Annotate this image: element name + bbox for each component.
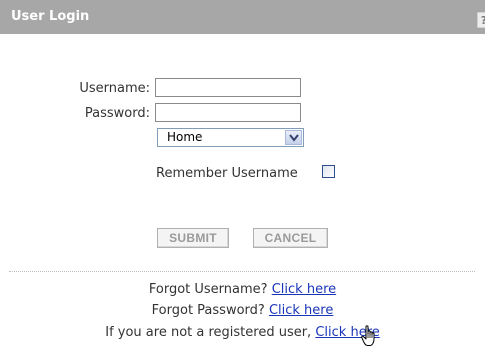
header-bar: User Login ? [0,0,485,34]
help-button[interactable]: ? [477,12,485,28]
submit-button[interactable]: SUBMIT [157,228,229,248]
forgot-username-link[interactable]: Click here [272,282,336,297]
register-text: If you are not a registered user, [105,325,312,340]
remember-username-label: Remember Username [156,166,298,181]
forgot-username-line: Forgot Username? Click here [0,282,485,297]
password-input[interactable] [155,103,301,122]
remember-username-checkbox[interactable] [322,165,335,178]
password-label: Password: [84,106,150,121]
forgot-password-text: Forgot Password? [151,303,265,318]
location-select-value: Home [167,130,203,144]
forgot-password-link[interactable]: Click here [269,303,333,318]
forgot-password-line: Forgot Password? Click here [0,303,485,318]
hand-pointer-icon [361,325,379,351]
location-select[interactable]: Home [157,128,304,147]
cancel-button[interactable]: CANCEL [253,228,328,248]
forgot-username-text: Forgot Username? [148,282,268,297]
username-label: Username: [79,81,150,96]
register-line: If you are not a registered user, Click … [0,325,485,340]
chevron-down-icon[interactable] [285,130,302,145]
page-title: User Login [11,9,90,24]
divider [9,271,475,272]
username-input[interactable] [155,78,301,97]
